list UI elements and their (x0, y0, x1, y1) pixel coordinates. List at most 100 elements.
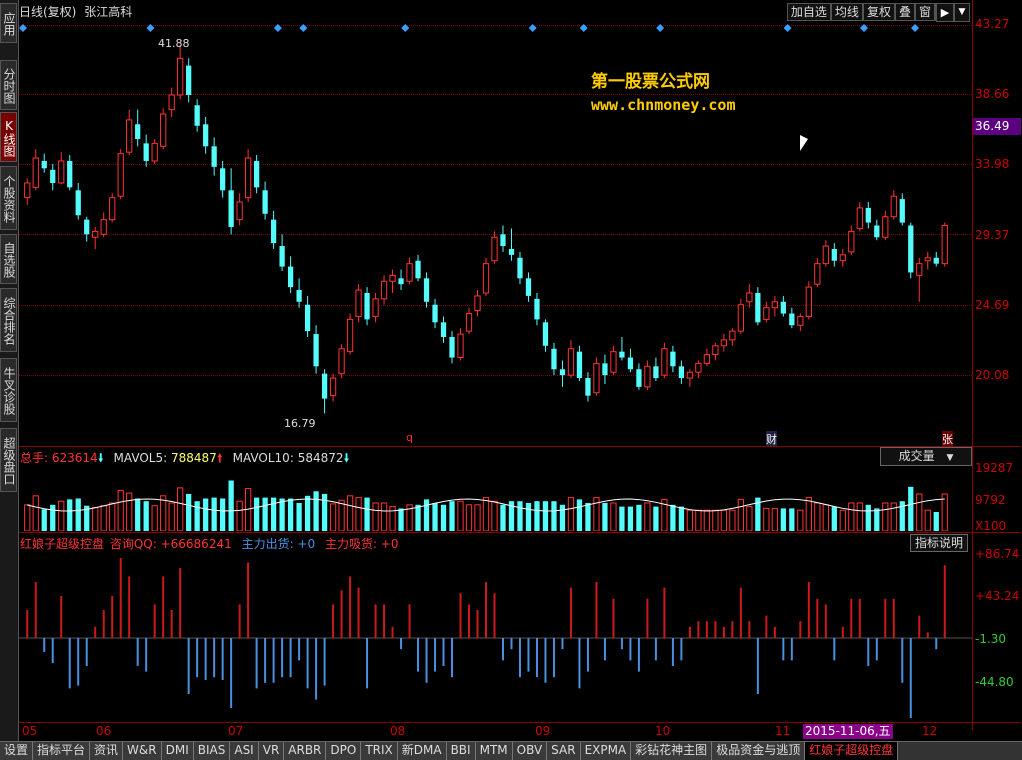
watermark-url: www.chnmoney.com (591, 96, 736, 114)
bottom-tab[interactable]: SAR (547, 742, 581, 760)
volume-bar (924, 509, 931, 531)
volume-bar (304, 495, 311, 531)
bottom-tab[interactable]: OBV (512, 742, 548, 760)
bottom-tab[interactable]: EXPMA (580, 742, 632, 760)
volume-bar (109, 502, 116, 531)
volume-chart[interactable] (19, 465, 972, 531)
volume-bar (287, 498, 294, 531)
volume-bar (177, 487, 184, 531)
candle-body (771, 301, 778, 309)
mavol5-value: 788487 (170, 451, 217, 465)
high-label: 41.88 (158, 37, 190, 50)
volume-bar (890, 502, 897, 531)
signal-diamond (528, 24, 537, 32)
volume-bar (355, 497, 362, 531)
signal-diamond (783, 24, 792, 32)
volume-bar (542, 501, 549, 531)
candle-body (916, 263, 923, 276)
bottom-tab[interactable]: 指标平台 (33, 742, 91, 760)
bottom-tab[interactable]: ARBR (284, 742, 327, 760)
bottom-tab[interactable]: DMI (161, 742, 194, 760)
candle-body (517, 257, 523, 279)
candle-body (270, 219, 277, 244)
candle-body (244, 157, 252, 199)
bottom-tab[interactable]: BIAS (193, 742, 231, 760)
tab-super-depth[interactable]: 超级盘口 (0, 428, 17, 492)
bottom-tab[interactable]: 资讯 (90, 742, 124, 760)
adjust-price-button[interactable]: 复权 (862, 3, 895, 21)
candle-body (933, 257, 939, 264)
volume-bar (100, 505, 107, 531)
candle-body (143, 143, 149, 161)
candle-body (619, 351, 625, 358)
candle-body (440, 322, 447, 337)
volume-bar (789, 508, 795, 531)
signal-diamond (656, 24, 665, 32)
volume-total-label: 总手: (20, 451, 49, 465)
bottom-tab[interactable]: 红娘子超级控盘 (805, 742, 899, 760)
month-label: 09 (535, 724, 551, 738)
overlay-button[interactable]: 叠 (894, 3, 915, 21)
candle-body (186, 65, 192, 95)
tab-kline[interactable]: K线图 (0, 112, 17, 162)
volume-bar (576, 499, 583, 531)
candle-body (839, 254, 846, 262)
candle-body (559, 369, 566, 376)
indicator-chart[interactable] (19, 550, 972, 722)
bottom-tab[interactable]: 彩钻花神主图 (631, 742, 713, 760)
bottom-tab[interactable]: MTM (475, 742, 513, 760)
candle-body (941, 225, 948, 265)
volume-bar (559, 504, 566, 531)
volume-bar (186, 494, 192, 531)
volume-bar (432, 503, 438, 531)
candle-body (636, 369, 642, 387)
volume-bar (338, 499, 345, 531)
bottom-tab[interactable]: W&R (123, 742, 162, 760)
candle-body (321, 373, 328, 399)
candle-body (406, 263, 413, 282)
bottom-tab[interactable]: TRIX (361, 742, 398, 760)
bottom-tab[interactable]: DPO (326, 742, 362, 760)
bottom-tab[interactable]: 新DMA (397, 742, 447, 760)
candle-body (398, 278, 404, 285)
add-watchlist-button[interactable]: 加自选 (786, 3, 831, 21)
volume-bar (474, 504, 481, 531)
price-tick: 33.98 (975, 157, 1010, 171)
tab-stock-info[interactable]: 个股资料 (0, 166, 17, 230)
tab-ranking[interactable]: 综合排名 (0, 288, 17, 352)
bottom-tab[interactable]: BBI (446, 742, 476, 760)
month-label: 08 (390, 724, 406, 738)
candle-body (24, 182, 31, 199)
candle-body (482, 263, 490, 294)
tab-diagnosis[interactable]: 牛叉诊股 (0, 358, 17, 422)
signal-diamond (19, 24, 27, 32)
window-button[interactable]: 窗 (914, 3, 935, 21)
candle-body (296, 290, 302, 302)
candle-body (67, 160, 73, 188)
volume-bar (364, 497, 370, 531)
chevron-down-icon: ▼ (946, 453, 954, 463)
moving-average-button[interactable]: 均线 (830, 3, 863, 21)
volume-bar (771, 507, 778, 531)
bottom-tab[interactable]: 设置 (0, 742, 34, 760)
volume-bar (117, 489, 124, 531)
candle-body (58, 160, 65, 184)
candle-body (882, 216, 889, 238)
volume-bar (346, 495, 354, 531)
candlestick-chart[interactable] (19, 20, 972, 445)
volume-bar (143, 501, 149, 531)
candle-body (670, 351, 676, 367)
candle-body (279, 246, 285, 267)
main-outflow-label: 主力出货: +0 (241, 537, 316, 551)
bottom-tab[interactable]: ASI (230, 742, 259, 760)
candle-body (151, 142, 158, 162)
volume-indicator-select[interactable]: 成交量 ▼ (880, 447, 972, 466)
bottom-tab[interactable]: 极品资金与逃顶 (712, 742, 806, 760)
candle-body (789, 313, 795, 326)
volume-bar (449, 501, 455, 531)
tab-intraday[interactable]: 分时图 (0, 60, 17, 110)
bottom-tab[interactable]: VR (258, 742, 285, 760)
candle-body (644, 365, 651, 388)
tab-apps[interactable]: 应用 (0, 3, 17, 43)
tab-watchlist[interactable]: 自选股 (0, 234, 17, 284)
